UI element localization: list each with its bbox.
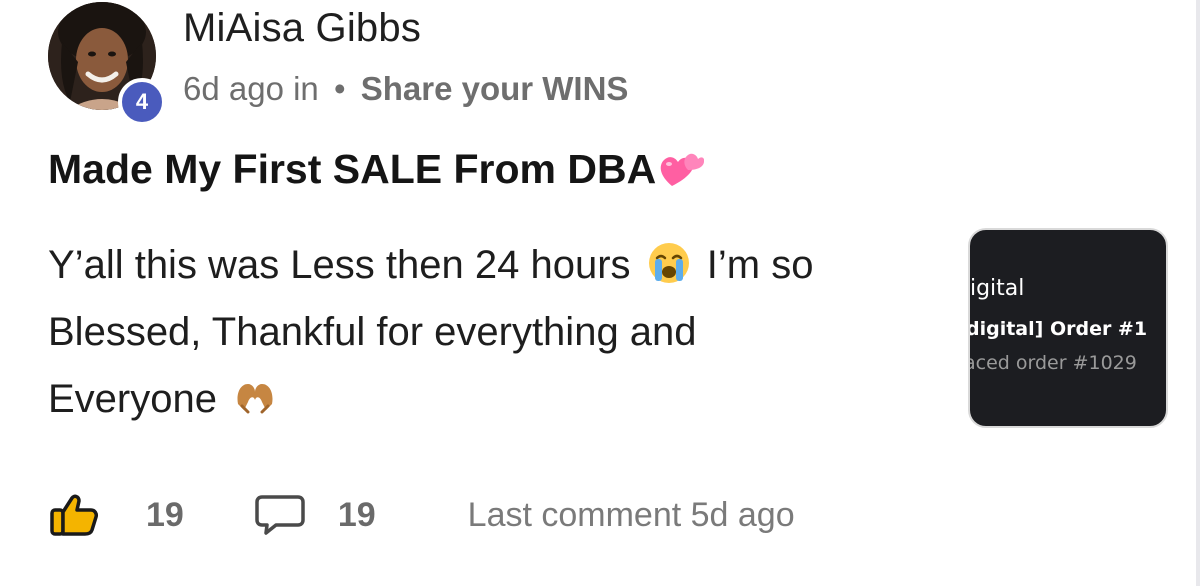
meta-separator: • [333,70,346,107]
comment-count: 19 [337,495,376,534]
level-badge: 4 [118,78,166,126]
category-link[interactable]: Share your WINS [361,70,629,107]
post-title-text: Made My First SALE From DBA [48,146,657,192]
like-icon[interactable] [48,492,100,538]
loudly-crying-face-icon [648,243,689,283]
post-meta: 6d ago in • Share your WINS [183,70,628,108]
post-card[interactable]: 4 MiAisa Gibbs 6d ago in • Share your WI… [0,0,1200,586]
two-hearts-icon [660,153,705,186]
body-line-2: Blessed, Thankful for everything and [48,310,697,354]
body-line-1: Y’all this was Less then 24 hours [48,243,631,287]
body-line-1-end: I’m so [706,243,814,287]
body-line-3: Everyone [48,377,217,421]
avatar-container[interactable]: 4 [48,2,166,126]
thumbnail-text-2: digital] Order #1 [968,318,1148,340]
like-count: 19 [146,495,184,534]
thumbnail-text-1: digital [969,276,1025,301]
last-comment-time: Last comment 5d ago [467,495,795,534]
author-name[interactable]: MiAisa Gibbs [183,6,421,51]
post-title[interactable]: Made My First SALE From DBA [48,146,705,193]
post-attachment-thumbnail[interactable]: digital digital] Order #1 aced order #10… [968,228,1168,428]
thumbnail-text-3: aced order #1029 [968,352,1137,374]
post-body[interactable]: Y’all this was Less then 24 hours I’m so… [48,232,928,433]
heart-hands-icon [237,384,273,414]
comment-icon[interactable] [254,493,306,537]
post-footer: 19 19 Last comment 5d ago [48,490,795,540]
post-time: 6d ago in [183,70,319,107]
